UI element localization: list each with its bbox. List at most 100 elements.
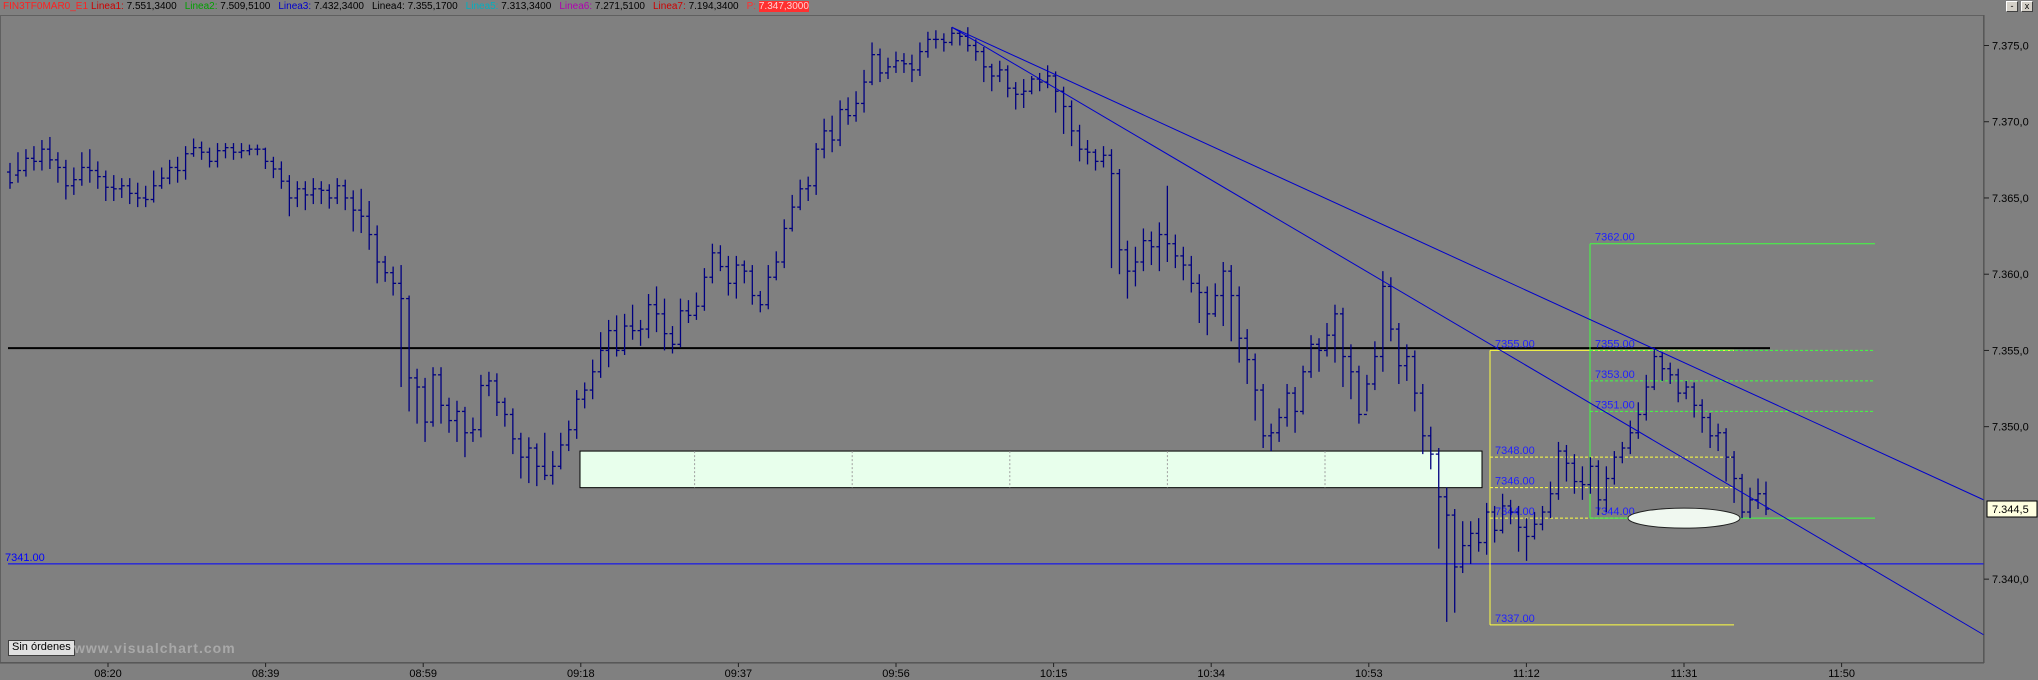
time-tick-label: 08:39 [252,668,280,680]
price-tick-label: 7.365,0 [1992,193,2029,205]
price-bar [1731,451,1738,503]
line-value: 7.194,3400 [688,1,739,12]
highlight-ellipse-shape [1627,507,1741,529]
price-bar [1268,423,1275,452]
price-bar [1395,322,1402,384]
price-bar [118,178,125,198]
no-orders-button[interactable]: Sin órdenes [8,640,75,656]
price-bar [1180,246,1187,281]
price-bar [1012,82,1019,110]
price-tick-label: 7.355,0 [1992,345,2029,357]
price-bar [1691,382,1698,418]
price-bar [573,390,580,439]
price-bar [1739,473,1746,519]
time-axis: 08:20 08:39 08:59 09:18 09:37 09:56 10:15 10:34… [0,662,2038,680]
price-bar [853,91,860,122]
fib-label: 7353.00 [1595,369,1635,381]
price-bar [1124,240,1131,299]
price-bar [1755,478,1762,510]
price-bar [1020,79,1027,109]
price-chart[interactable]: 7341.00 7355.00 7348.00 7346.00 7344.00 7337… [0,0,2038,680]
price-bar [1212,283,1219,317]
price-bar [1084,140,1091,165]
time-tick-label: 11:31 [1671,668,1698,680]
price-bar [1116,168,1123,275]
price-bar [661,298,668,351]
price-bar [158,167,165,189]
price-bar [1052,71,1059,113]
price-bar [453,400,460,442]
price-bar [1547,481,1554,519]
price-bar [1363,374,1370,416]
price-bar [653,286,660,333]
price-bar [1355,365,1362,424]
price-bar [102,170,109,202]
price-bar [765,265,772,310]
price-bar [845,97,852,125]
price-bar [1292,387,1299,433]
price-bar [430,367,437,427]
time-tick-label: 11:12 [1513,668,1540,680]
price-bar [781,219,788,269]
minimize-button[interactable]: - [2006,1,2018,12]
price-bar [869,42,876,86]
price-bar [78,152,85,186]
line-value: 7.432,3400 [313,1,364,12]
last-price-label: 7.344,5 [1992,504,2029,516]
price-bar [1699,399,1706,433]
trendline-steep [951,26,1985,636]
price-bar [1451,509,1458,613]
price-bar [709,243,716,284]
fib-label: 7355.00 [1495,338,1535,350]
price-bar [613,315,620,357]
price-bar [1164,185,1171,263]
price-bar [22,149,29,177]
price-bar [1619,441,1626,464]
price-bar [38,140,45,171]
line-value: 7.355,1700 [407,1,458,12]
price-bar [86,149,93,183]
close-button[interactable]: x [2021,1,2033,12]
price-bar [446,397,452,433]
price-bar [605,319,612,368]
price-bar [773,251,780,281]
fibonacci-levels: 7355.00 7348.00 7346.00 7344.00 7337.00 7362.… [1489,232,1875,626]
line-label: P: [746,1,759,12]
price-bar [7,162,13,189]
demand-zone [579,450,1483,489]
price-bar [916,42,923,76]
price-bar [829,115,836,153]
fib-label: 7362.00 [1595,232,1635,244]
price-bar [1308,335,1315,378]
price-bar [70,167,77,195]
price-bar [14,152,21,183]
line-value: 7.271,5100 [594,1,645,12]
price-bar [222,143,229,159]
price-bar [414,368,421,424]
line-value: 7.347,3000 [758,1,809,12]
price-bar [940,33,947,52]
price-bar [789,194,796,232]
price-bar [629,304,636,340]
time-tick-label: 10:15 [1040,668,1068,680]
fib-label: 7346.00 [1495,476,1535,488]
price-bar [717,245,724,272]
price-bar [725,255,732,296]
price-bar [565,420,572,452]
price-bar [741,260,748,284]
line-label: Linea3: [278,1,314,12]
price-bar [797,179,804,211]
price-bar [1108,149,1115,269]
price-bar [1643,374,1650,421]
price-bar [1707,412,1714,449]
time-tick-label: 09:56 [882,668,910,680]
price-bar [932,30,939,49]
price-bar [1140,228,1147,272]
price-bar [1156,222,1163,272]
price-bars [7,27,1769,622]
price-bar [637,319,644,346]
price-bar [366,201,373,250]
price-bar [996,60,1003,83]
time-tick-label: 09:37 [725,668,753,680]
level-label: 7341.00 [5,552,45,564]
